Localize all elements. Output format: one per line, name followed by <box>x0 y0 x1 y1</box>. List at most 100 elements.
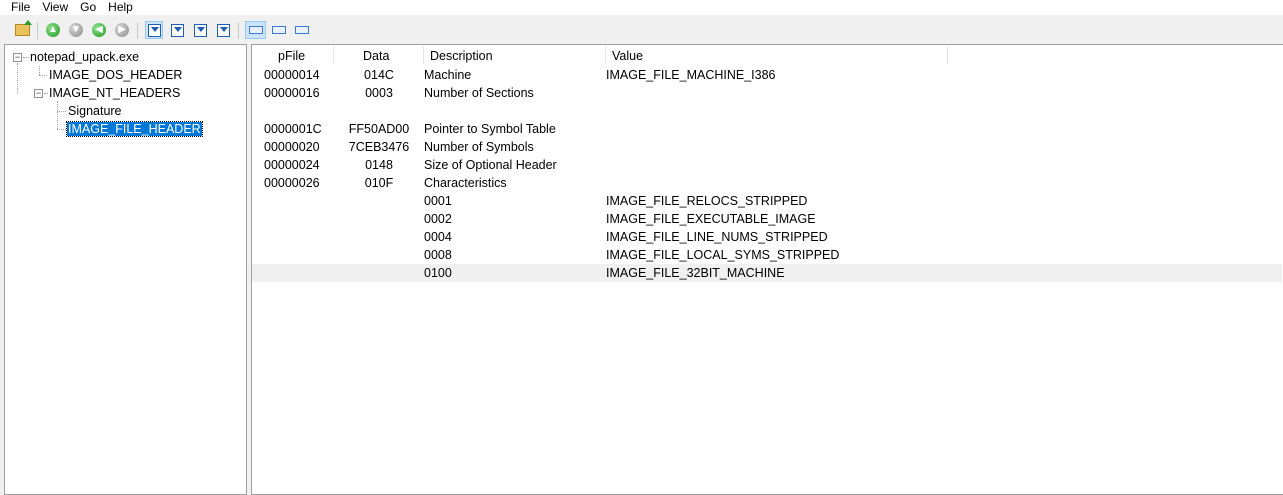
next-button[interactable]: ▶ <box>113 21 131 39</box>
toolbar: ▲ ▼ ◀ ▶ <box>0 15 1283 44</box>
column-separator[interactable] <box>423 46 424 64</box>
view-struct-icon <box>170 23 184 37</box>
tree-line <box>39 66 40 75</box>
view-struct-button[interactable] <box>168 21 186 39</box>
view-detail-button[interactable] <box>268 21 289 39</box>
column-header-description[interactable]: Description <box>430 45 600 67</box>
cell-description: 0100 <box>424 266 452 280</box>
cell-value: IMAGE_FILE_MACHINE_I386 <box>606 68 776 82</box>
open-icon <box>14 20 32 36</box>
tree-item-file-header[interactable]: IMAGE_FILE_HEADER <box>66 120 203 138</box>
cell-description: Size of Optional Header <box>424 158 557 172</box>
column-header-value[interactable]: Value <box>612 45 942 67</box>
next-icon: ▶ <box>115 23 129 37</box>
details-list[interactable]: pFile Data Description Value 00000014 01… <box>251 44 1283 495</box>
tree-line <box>39 75 47 76</box>
tree-item-file-header-label: IMAGE_FILE_HEADER <box>66 121 203 137</box>
column-separator[interactable] <box>333 46 334 64</box>
cell-pfile: 00000016 <box>264 86 320 100</box>
tree-line <box>57 111 66 112</box>
table-row[interactable]: 00000020 7CEB3476 Number of Symbols <box>252 138 1282 156</box>
tree-line <box>57 101 58 129</box>
cell-description: 0001 <box>424 194 452 208</box>
forward-button[interactable]: ▼ <box>67 21 85 39</box>
cell-data: FF50AD00 <box>348 122 410 136</box>
view-hex-icon <box>147 23 161 37</box>
cell-pfile: 0000001C <box>264 122 322 136</box>
menu-view[interactable]: View <box>42 0 74 15</box>
cell-data: 014C <box>364 68 394 82</box>
cell-pfile: 00000024 <box>264 158 320 172</box>
tree-line <box>23 57 29 58</box>
cell-value: IMAGE_FILE_EXECUTABLE_IMAGE <box>606 212 816 226</box>
collapse-icon[interactable]: − <box>13 53 22 62</box>
column-separator[interactable] <box>605 46 606 64</box>
cell-data: 7CEB3476 <box>348 140 410 154</box>
back-button[interactable]: ▲ <box>44 21 62 39</box>
toolbar-separator <box>37 22 38 39</box>
table-row[interactable]: 0008 IMAGE_FILE_LOCAL_SYMS_STRIPPED <box>252 246 1282 264</box>
cell-pfile: 00000014 <box>264 68 320 82</box>
cell-value: IMAGE_FILE_32BIT_MACHINE <box>606 266 785 280</box>
table-row[interactable] <box>252 102 1282 120</box>
tree-line <box>44 93 48 94</box>
view-hex-button[interactable] <box>145 21 163 39</box>
tree-line <box>17 63 18 93</box>
toolbar-separator <box>238 22 239 39</box>
toolbar-separator <box>137 22 138 39</box>
export-button[interactable] <box>191 21 209 39</box>
table-row[interactable]: 00000026 010F Characteristics <box>252 174 1282 192</box>
cell-value: IMAGE_FILE_LOCAL_SYMS_STRIPPED <box>606 248 840 262</box>
export-icon <box>193 23 207 37</box>
previous-button[interactable]: ◀ <box>90 21 108 39</box>
table-row[interactable]: 0001 IMAGE_FILE_RELOCS_STRIPPED <box>252 192 1282 210</box>
tree-pane[interactable]: − notepad_upack.exe IMAGE_DOS_HEADER − I… <box>4 44 247 495</box>
cell-data: 010F <box>364 176 394 190</box>
view-list-button[interactable] <box>245 21 266 39</box>
view-detail-icon <box>271 26 286 34</box>
save-button[interactable] <box>214 21 232 39</box>
menu-go[interactable]: Go <box>80 0 102 15</box>
cell-description: Machine <box>424 68 472 82</box>
view-list-icon <box>248 26 263 34</box>
previous-icon: ◀ <box>92 23 106 37</box>
cell-data: 0003 <box>365 86 393 100</box>
open-button[interactable] <box>13 20 32 39</box>
collapse-icon[interactable]: − <box>34 89 43 98</box>
cell-value: IMAGE_FILE_LINE_NUMS_STRIPPED <box>606 230 828 244</box>
menu-help[interactable]: Help <box>108 0 139 15</box>
menu-file[interactable]: File <box>11 0 36 15</box>
table-row[interactable]: 00000016 0003 Number of Sections <box>252 84 1282 102</box>
cell-pfile: 00000020 <box>264 140 320 154</box>
tree-root[interactable]: notepad_upack.exe <box>30 48 139 66</box>
cell-description: 0004 <box>424 230 452 244</box>
column-header-data[interactable]: Data <box>363 45 423 67</box>
cell-description: 0002 <box>424 212 452 226</box>
forward-icon: ▼ <box>69 23 83 37</box>
cell-value: IMAGE_FILE_RELOCS_STRIPPED <box>606 194 808 208</box>
tree-line <box>57 129 66 130</box>
view-small-icon <box>294 26 309 34</box>
cell-description: Number of Symbols <box>424 140 534 154</box>
menu-bar: File View Go Help <box>0 0 1283 15</box>
table-row[interactable]: 0004 IMAGE_FILE_LINE_NUMS_STRIPPED <box>252 228 1282 246</box>
tree-item-nt-headers[interactable]: IMAGE_NT_HEADERS <box>49 84 180 102</box>
tree-item-dos-header[interactable]: IMAGE_DOS_HEADER <box>49 66 182 84</box>
cell-description: Characteristics <box>424 176 507 190</box>
table-row[interactable]: 00000014 014C Machine IMAGE_FILE_MACHINE… <box>252 66 1282 84</box>
table-row[interactable]: 0100 IMAGE_FILE_32BIT_MACHINE <box>252 264 1282 282</box>
cell-data: 0148 <box>365 158 393 172</box>
cell-pfile: 00000026 <box>264 176 320 190</box>
table-row[interactable]: 00000024 0148 Size of Optional Header <box>252 156 1282 174</box>
save-icon <box>216 23 230 37</box>
table-row[interactable]: 0002 IMAGE_FILE_EXECUTABLE_IMAGE <box>252 210 1282 228</box>
cell-description: Pointer to Symbol Table <box>424 122 556 136</box>
column-header-pfile[interactable]: pFile <box>278 45 333 67</box>
table-row[interactable]: 0000001C FF50AD00 Pointer to Symbol Tabl… <box>252 120 1282 138</box>
column-separator[interactable] <box>947 46 948 64</box>
view-small-button[interactable] <box>291 21 312 39</box>
tree-item-signature[interactable]: Signature <box>68 102 122 120</box>
cell-description: Number of Sections <box>424 86 534 100</box>
cell-description: 0008 <box>424 248 452 262</box>
back-icon: ▲ <box>46 23 60 37</box>
